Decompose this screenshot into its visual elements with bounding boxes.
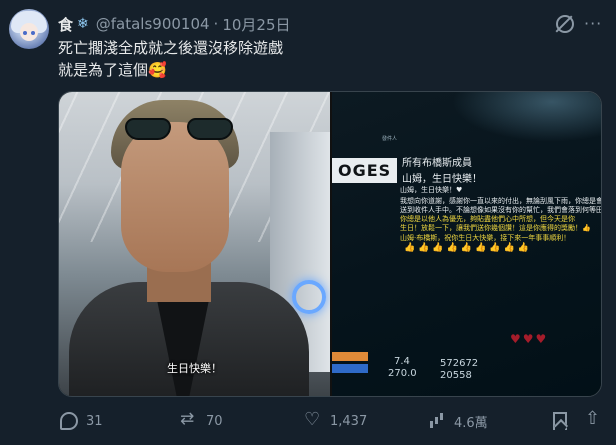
- avatar[interactable]: [9, 9, 49, 49]
- retweet-count: 70: [206, 413, 223, 429]
- sunglasses: [125, 118, 233, 140]
- stat-bar-orange: [332, 352, 368, 361]
- tweet-header: 食 ❄ @fatals900104 · 10月25日: [58, 14, 291, 34]
- avatar-eye: [31, 31, 35, 35]
- mail-subject: 山姆，生日快樂！: [402, 174, 482, 185]
- user-handle[interactable]: @fatals900104: [96, 15, 210, 33]
- avatar-eye: [23, 31, 27, 35]
- action-bar: 31 70 1,437 4.6萬: [0, 408, 616, 433]
- mail-line: 山姆·布橋斯，祝你生日大快樂，接下來一年事事順利！: [400, 234, 571, 242]
- mail-recipient: 所有布橋斯成員: [402, 158, 472, 169]
- stat-bar-blue: [332, 364, 368, 373]
- grok-icon[interactable]: [556, 15, 574, 33]
- share-icon: [584, 408, 602, 430]
- more-icon[interactable]: ···: [584, 14, 602, 33]
- post-date[interactable]: 10月25日: [222, 14, 290, 35]
- retweet-icon: [180, 409, 198, 430]
- media-image-left[interactable]: 生日快樂！: [59, 92, 330, 396]
- views-button[interactable]: 4.6萬: [428, 409, 488, 433]
- mail-line: 送到收件人手中。不論想像如果沒有你的幫忙，我們會落到何等田地: [400, 206, 602, 214]
- tweet-text: 死亡擱淺全成就之後還沒移除遊戲 就是為了這個🥰: [58, 37, 283, 81]
- media-grid[interactable]: 生日快樂！ 發件人 OGES 所有布橋斯成員 山姆，生日快樂！ 山姆，生日快樂！…: [58, 91, 602, 397]
- character-face: [121, 122, 229, 272]
- bookmark-button[interactable]: [553, 409, 567, 433]
- share-button[interactable]: [584, 408, 602, 433]
- display-name[interactable]: 食: [58, 14, 73, 35]
- stat-value: 572672: [440, 358, 479, 369]
- tweet-text-line: 死亡擱淺全成就之後還沒移除遊戲: [58, 39, 284, 57]
- reply-button[interactable]: 31: [60, 409, 103, 433]
- mail-line: 我想向你道謝，感謝你一直以來的付出，無論刮風下雨，你總是會把: [400, 197, 602, 205]
- mail-line: 生日！放鬆一下，讓我們送你幾個讚！這是你應得的獎勵！👍: [400, 224, 591, 232]
- stat-value: 20558: [440, 370, 472, 381]
- thumbs-up-row: 👍👍👍👍👍👍👍👍👍: [404, 243, 532, 253]
- blue-light-ring: [292, 280, 326, 314]
- stat-value: 7.4: [394, 356, 410, 367]
- hearts-icon: ♥♥♥: [510, 332, 549, 346]
- heart-icon: [304, 409, 322, 430]
- reply-count: 31: [86, 413, 103, 429]
- reply-icon: [60, 412, 78, 430]
- retweet-button[interactable]: 70: [180, 409, 223, 433]
- video-subtitle: 生日快樂！: [167, 362, 222, 375]
- separator: ·: [213, 15, 219, 33]
- like-button[interactable]: 1,437: [304, 409, 367, 433]
- snowflake-icon: ❄: [77, 16, 89, 32]
- views-count: 4.6萬: [454, 415, 488, 431]
- sender-label: 發件人: [382, 136, 398, 142]
- media-image-right[interactable]: 發件人 OGES 所有布橋斯成員 山姆，生日快樂！ 山姆，生日快樂！♥ 我想向你…: [332, 92, 602, 396]
- stat-value: 270.0: [388, 368, 417, 379]
- tweet[interactable]: 食 ❄ @fatals900104 · 10月25日 ··· 死亡擱淺全成就之後…: [0, 0, 616, 445]
- bookmark-icon: [553, 412, 567, 430]
- screen-glow: [452, 92, 601, 142]
- bridges-logo: OGES: [332, 158, 398, 183]
- like-count: 1,437: [330, 413, 368, 429]
- mail-line: 你總是以他人為優先，夠貼盡他們心中所想，但今天是你: [400, 215, 575, 223]
- views-icon: [428, 412, 446, 430]
- mail-line: 山姆，生日快樂！♥: [400, 186, 463, 194]
- tweet-text-line: 就是為了這個🥰: [58, 61, 167, 79]
